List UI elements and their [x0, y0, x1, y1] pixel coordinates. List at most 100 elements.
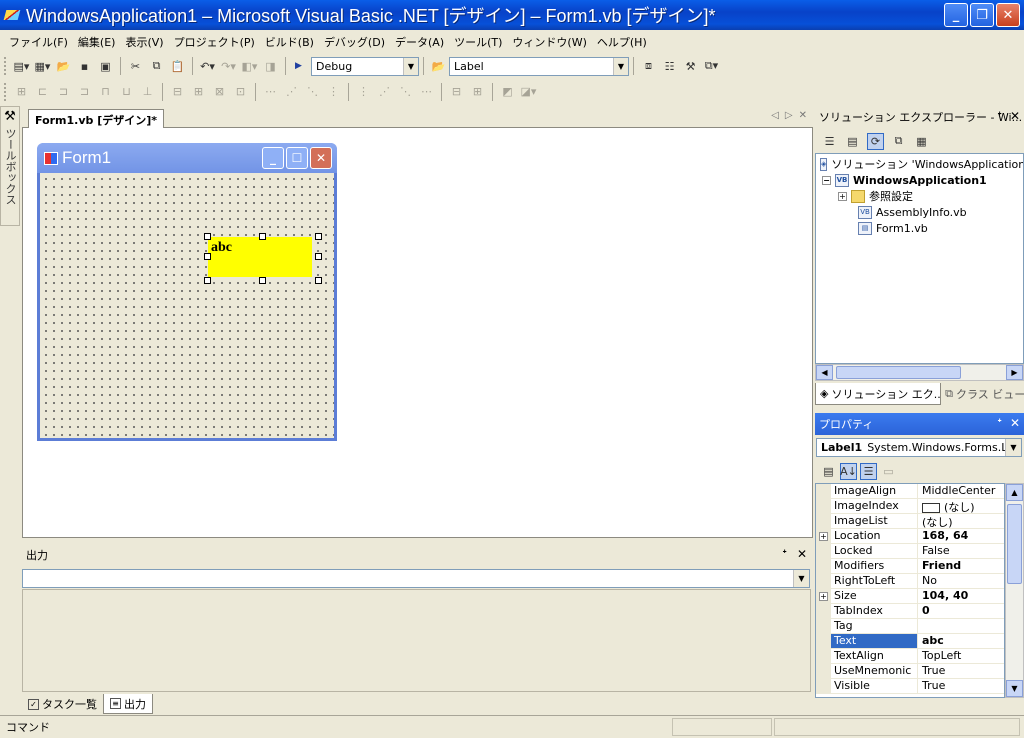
- make-same-width-icon[interactable]: ⊟: [169, 83, 186, 100]
- find-combo[interactable]: Label ▼: [449, 56, 629, 76]
- view-code-icon[interactable]: ☰: [821, 133, 838, 150]
- property-value[interactable]: TopLeft: [918, 649, 1004, 663]
- resize-handle-se[interactable]: [315, 277, 322, 284]
- property-row[interactable]: RightToLeft No: [816, 574, 1004, 589]
- property-row[interactable]: UseMnemonic True: [816, 664, 1004, 679]
- add-item-icon[interactable]: ▦▾: [34, 58, 51, 75]
- property-row[interactable]: Tag: [816, 619, 1004, 634]
- expand-icon[interactable]: +: [838, 191, 847, 201]
- property-row[interactable]: Modifiers Friend: [816, 559, 1004, 574]
- resize-handle-s[interactable]: [259, 277, 266, 284]
- align-to-grid-icon[interactable]: ⊞: [13, 83, 30, 100]
- scroll-up-icon[interactable]: ▲: [1006, 484, 1023, 501]
- navigate-back-icon[interactable]: ◧▾: [241, 58, 258, 75]
- property-row[interactable]: Visible True: [816, 679, 1004, 694]
- solution-explorer-hscrollbar[interactable]: ◀ ▶: [815, 364, 1024, 381]
- open-file-icon[interactable]: 📂: [55, 58, 72, 75]
- tab-solution-explorer[interactable]: ◈ ソリューション エク...: [815, 383, 942, 405]
- tree-item-solution[interactable]: ◈ ソリューション 'WindowsApplication1' (: [816, 156, 1023, 172]
- paste-icon[interactable]: 📋: [169, 58, 186, 75]
- property-value[interactable]: abc: [918, 634, 1004, 648]
- redo-icon[interactable]: ↷▾: [220, 58, 237, 75]
- properties-window-icon[interactable]: ☷: [661, 58, 678, 75]
- property-row[interactable]: ImageIndex (なし): [816, 499, 1004, 514]
- align-bottom-icon[interactable]: ⊥: [139, 83, 156, 100]
- chevron-down-icon[interactable]: ▼: [1005, 439, 1021, 456]
- menu-build[interactable]: ビルド(B): [260, 34, 319, 50]
- tab-form1-design[interactable]: Form1.vb [デザイン]*: [28, 109, 165, 128]
- property-row[interactable]: Locked False: [816, 544, 1004, 559]
- scroll-thumb[interactable]: [836, 366, 961, 379]
- minimize-button[interactable]: _: [944, 3, 968, 27]
- categorized-icon[interactable]: ▤: [820, 463, 837, 480]
- horizontal-spacing-increase-icon[interactable]: ⋰: [283, 83, 300, 100]
- property-value[interactable]: True: [918, 664, 1004, 678]
- close-icon[interactable]: ✕: [797, 547, 807, 561]
- vertical-spacing-increase-icon[interactable]: ⋰: [376, 83, 393, 100]
- chevron-down-icon[interactable]: ▼: [403, 57, 418, 75]
- restore-button[interactable]: ❐: [970, 3, 994, 27]
- resize-handle-e[interactable]: [315, 253, 322, 260]
- scroll-right-icon[interactable]: ▷: [785, 110, 793, 121]
- align-center-icon[interactable]: ⊐: [55, 83, 72, 100]
- property-row-selected[interactable]: Text abc: [816, 634, 1004, 649]
- scroll-thumb[interactable]: [1007, 504, 1022, 584]
- align-top-icon[interactable]: ⊓: [97, 83, 114, 100]
- close-document-icon[interactable]: ✕: [799, 110, 807, 121]
- toolbox-icon[interactable]: ⚒: [682, 58, 699, 75]
- form1-client-area[interactable]: abc: [40, 173, 334, 438]
- pin-icon[interactable]: ᐩ: [782, 547, 787, 561]
- align-right-icon[interactable]: ⊐: [76, 83, 93, 100]
- align-middle-icon[interactable]: ⊔: [118, 83, 135, 100]
- collapse-icon[interactable]: −: [822, 175, 831, 185]
- tab-output[interactable]: ≡ 出力: [103, 694, 153, 714]
- scroll-right-icon[interactable]: ▶: [1006, 365, 1023, 380]
- navigate-forward-icon[interactable]: ◨: [262, 58, 279, 75]
- bring-to-front-icon[interactable]: ◩: [499, 83, 516, 100]
- property-value[interactable]: 104, 40: [918, 589, 1004, 603]
- make-same-height-icon[interactable]: ⊞: [190, 83, 207, 100]
- window-titlebar[interactable]: WindowsApplication1 – Microsoft Visual B…: [0, 0, 1024, 30]
- show-all-files-icon[interactable]: ⧉: [890, 133, 907, 150]
- save-icon[interactable]: ▪: [76, 58, 93, 75]
- property-value[interactable]: No: [918, 574, 1004, 588]
- send-to-back-icon[interactable]: ◪▾: [520, 83, 537, 100]
- property-value-cell[interactable]: (なし): [918, 499, 1004, 513]
- tab-task-list[interactable]: ✓ タスク一覧: [22, 694, 103, 714]
- solution-config-combo[interactable]: Debug ▼: [311, 56, 419, 76]
- expand-icon[interactable]: +: [819, 531, 828, 541]
- tree-item-references[interactable]: + 参照設定: [816, 188, 1023, 204]
- property-value[interactable]: Friend: [918, 559, 1004, 573]
- label1-control[interactable]: abc: [208, 237, 312, 277]
- toolbar-grip[interactable]: [4, 57, 7, 75]
- make-same-size-icon[interactable]: ⊠: [211, 83, 228, 100]
- horizontal-spacing-remove-icon[interactable]: ⋮: [325, 83, 342, 100]
- align-left-icon[interactable]: ⊏: [34, 83, 51, 100]
- class-view-icon[interactable]: ⧉▾: [703, 58, 720, 75]
- tree-item-form1[interactable]: ▤ Form1.vb: [816, 220, 1023, 236]
- menu-edit[interactable]: 編集(E): [73, 34, 121, 50]
- property-row[interactable]: TextAlign TopLeft: [816, 649, 1004, 664]
- horizontal-spacing-equal-icon[interactable]: ⋯: [262, 83, 279, 100]
- toolbox-strip[interactable]: ⚒ ツールボックス: [0, 106, 20, 226]
- resize-handle-sw[interactable]: [204, 277, 211, 284]
- output-source-combo[interactable]: ▼: [22, 569, 810, 588]
- property-value[interactable]: MiddleCenter: [918, 484, 1004, 498]
- vertical-spacing-decrease-icon[interactable]: ⋱: [397, 83, 414, 100]
- pin-icon[interactable]: ᐩ: [997, 109, 1002, 123]
- property-grid[interactable]: ImageAlign MiddleCenter ImageIndex (なし) …: [815, 483, 1005, 698]
- start-debug-icon[interactable]: ▶: [292, 58, 309, 75]
- properties-icon[interactable]: ▦: [913, 133, 930, 150]
- resize-handle-w[interactable]: [204, 253, 211, 260]
- chevron-down-icon[interactable]: ▼: [793, 570, 809, 587]
- form1-designer[interactable]: Form1 _ ☐ ✕ abc: [37, 143, 337, 441]
- property-row[interactable]: + Size 104, 40: [816, 589, 1004, 604]
- view-designer-icon[interactable]: ▤: [844, 133, 861, 150]
- property-row[interactable]: ImageList (なし): [816, 514, 1004, 529]
- property-value[interactable]: False: [918, 544, 1004, 558]
- property-value[interactable]: (なし): [918, 514, 1004, 528]
- property-row[interactable]: TabIndex 0: [816, 604, 1004, 619]
- cut-icon[interactable]: ✂: [127, 58, 144, 75]
- property-row[interactable]: + Location 168, 64: [816, 529, 1004, 544]
- scroll-left-icon[interactable]: ◀: [816, 365, 833, 380]
